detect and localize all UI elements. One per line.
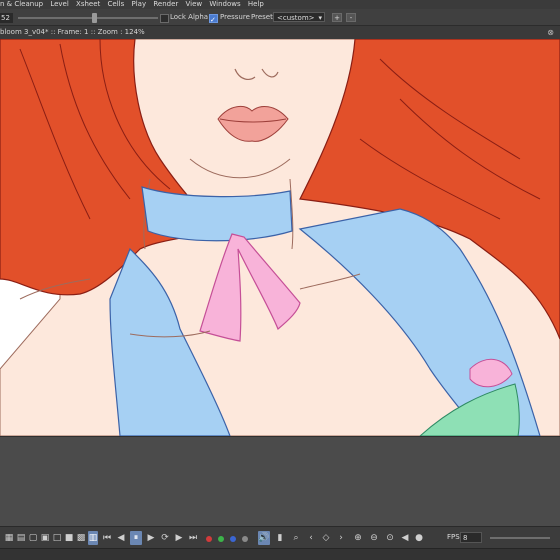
keyframe-icon[interactable]: ◇ (320, 531, 332, 545)
next-key-icon[interactable]: › (336, 531, 346, 545)
menu-help[interactable]: Help (248, 0, 264, 8)
menu-bar: n & Cleanup Level Xsheet Cells Play Rend… (0, 0, 560, 9)
menu-play[interactable]: Play (132, 0, 147, 8)
next-frame-icon[interactable]: ▶ (174, 531, 184, 545)
viewer-info-text: bloom 3_v04* :: Frame: 1 :: Zoom : 124% (0, 28, 145, 36)
remove-preset-button[interactable]: - (346, 13, 356, 22)
brush-size-slider[interactable] (18, 17, 158, 19)
red-channel-icon[interactable] (206, 536, 212, 542)
bg-custom-icon[interactable]: ▥ (88, 531, 98, 545)
bottom-strip (0, 548, 560, 560)
last-frame-icon[interactable]: ⏭ (188, 531, 198, 545)
preset-label: Preset: (251, 13, 276, 21)
bg-black-icon[interactable]: ■ (64, 531, 74, 545)
preset-dropdown-value: <custom> (277, 14, 315, 22)
zoom-in-icon[interactable]: ⊕ (352, 531, 364, 545)
menu-windows[interactable]: Windows (209, 0, 240, 8)
drawing-viewer[interactable] (0, 39, 560, 436)
pressure-checkbox[interactable] (209, 12, 218, 29)
fps-input[interactable]: 8 (460, 532, 482, 543)
prev-key-icon[interactable]: ‹ (306, 531, 316, 545)
alpha-channel-icon[interactable] (242, 536, 248, 542)
chevron-down-icon: ▾ (318, 14, 322, 22)
menu-xsheet[interactable]: Xsheet (76, 0, 100, 8)
green-channel-icon[interactable] (218, 536, 224, 542)
fps-slider[interactable] (490, 537, 550, 539)
checker-icon[interactable]: ▤ (16, 531, 26, 545)
bg-white-icon[interactable]: □ (52, 531, 62, 545)
lock-alpha-label: Lock Alpha (170, 13, 209, 21)
blue-channel-icon[interactable] (230, 536, 236, 542)
preset-dropdown[interactable]: <custom> ▾ (273, 12, 325, 22)
menu-level[interactable]: Level (50, 0, 68, 8)
tool-options-bar: 52 Lock Alpha Pressure Preset: <custom> … (0, 9, 560, 29)
histogram-icon[interactable]: ▮ (274, 531, 286, 545)
bottom-panel (0, 436, 560, 526)
viewer-title-bar: bloom 3_v04* :: Frame: 1 :: Zoom : 124% … (0, 26, 560, 39)
pause-icon[interactable]: ⏸ (130, 531, 142, 545)
prev-frame-icon[interactable]: ◀ (116, 531, 126, 545)
menu-cleanup[interactable]: n & Cleanup (0, 0, 43, 8)
pressure-label: Pressure (220, 13, 250, 21)
bg-checker-icon[interactable]: ▩ (76, 531, 86, 545)
zoom-reset-icon[interactable]: ⊙ (384, 531, 396, 545)
lock-alpha-checkbox[interactable] (160, 14, 169, 23)
grid-icon[interactable]: ▦ (4, 531, 14, 545)
brush-size-value[interactable]: 52 (0, 13, 13, 23)
loop-icon[interactable]: ⟳ (160, 531, 170, 545)
menu-view[interactable]: View (186, 0, 203, 8)
brush-size-slider-handle[interactable] (92, 13, 97, 23)
first-frame-icon[interactable]: ⏮ (102, 531, 112, 545)
sound-icon[interactable]: 🔊 (258, 531, 270, 545)
fps-label: FPS (447, 533, 460, 541)
menu-cells[interactable]: Cells (108, 0, 125, 8)
close-icon[interactable]: ⊗ (547, 26, 554, 39)
playback-bar: ▦ ▤ ▢ ▣ □ ■ ▩ ▥ ⏮ ◀ ⏸ ▶ ⟳ ▶ ⏭ 🔊 ▮ ⌕ ‹ ◇ … (0, 526, 560, 548)
camera-icon[interactable]: ▣ (40, 531, 50, 545)
drawing-canvas[interactable] (0, 39, 560, 436)
flip-icon[interactable]: ◀ (400, 531, 410, 545)
record-icon[interactable]: ● (414, 531, 424, 545)
zoom-out-icon[interactable]: ⊖ (368, 531, 380, 545)
play-icon[interactable]: ▶ (146, 531, 156, 545)
search-icon[interactable]: ⌕ (290, 531, 302, 545)
view-icon[interactable]: ▢ (28, 531, 38, 545)
add-preset-button[interactable]: + (332, 13, 342, 22)
menu-render[interactable]: Render (153, 0, 178, 8)
